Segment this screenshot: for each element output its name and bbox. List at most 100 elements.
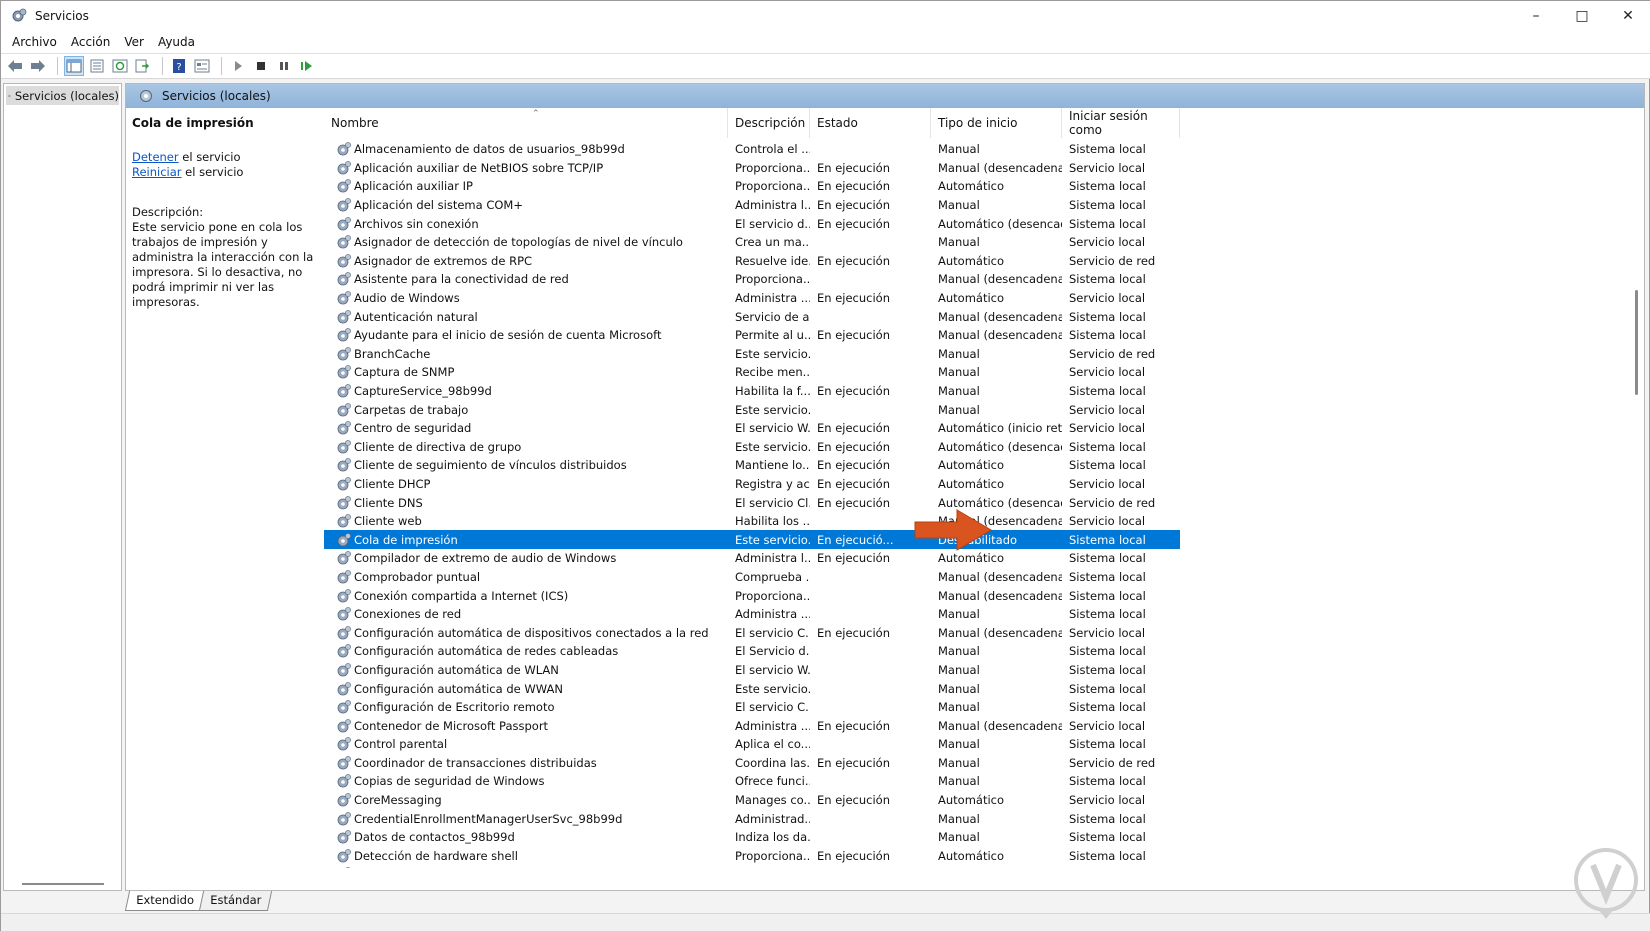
tree-item-services-local[interactable]: Servicios (locales) [6, 86, 119, 105]
service-name-cell: Cliente de seguimiento de vínculos distr… [324, 457, 728, 473]
stop-service-button[interactable] [251, 56, 271, 76]
properties-icon [90, 59, 104, 73]
column-header-description[interactable]: Descripción [728, 108, 810, 138]
table-row[interactable]: Cliente webHabilita los ...Manual (desen… [324, 512, 1180, 531]
console-tree-button[interactable] [64, 56, 84, 76]
table-row[interactable]: Archivos sin conexión El servicio d... En … [324, 214, 1180, 233]
forward-button[interactable] [28, 56, 48, 76]
table-row[interactable]: Configuración automática de WLAN El servi… [324, 661, 1180, 680]
service-state-cell: En ejecución [817, 848, 891, 863]
table-row[interactable]: CredentialEnrollmentManagerUserSvc_98b99… [324, 809, 1180, 828]
refresh-icon [112, 59, 128, 73]
table-row[interactable]: Detección SSDP Detecta disp...En ejecució… [324, 865, 1180, 868]
minimize-button[interactable]: – [1513, 1, 1559, 31]
back-button[interactable] [5, 56, 25, 76]
service-name: Asignador de extremos de RPC [354, 253, 533, 268]
table-row[interactable]: Audio de Windows Administra ... En ejecuci… [324, 289, 1180, 308]
table-row[interactable]: Carpetas de trabajo Este servicio... Manua… [324, 400, 1180, 419]
table-row[interactable]: Asistente para la conectividad de red Pro… [324, 270, 1180, 289]
table-row[interactable]: Asignador de detección de topologías de … [324, 233, 1180, 252]
table-row[interactable]: Cliente de seguimiento de vínculos distr… [324, 456, 1180, 475]
column-header-startup-type[interactable]: Tipo de inicio [931, 108, 1062, 138]
table-row[interactable]: Aplicación auxiliar IP Proporciona... En e… [324, 177, 1180, 196]
table-row[interactable]: Autenticación natural Servicio de a... Man… [324, 307, 1180, 326]
table-row[interactable]: Cliente DNSEl servicio Cl...En ejecución… [324, 493, 1180, 512]
service-description-cell: El servicio C... [735, 700, 810, 715]
maximize-button[interactable]: □ [1559, 1, 1605, 31]
service-logon-cell: Servicio local [1069, 235, 1146, 250]
table-row[interactable]: Coordinador de transacciones distribuida… [324, 754, 1180, 773]
services-app-icon [12, 8, 27, 22]
table-row[interactable]: Detección de hardware shell Proporciona..… [324, 847, 1180, 866]
view-button[interactable] [192, 56, 212, 76]
table-row[interactable]: Conexión compartida a Internet (ICS) Prop… [324, 586, 1180, 605]
service-startup-cell: Automático [938, 551, 1005, 566]
column-header-name[interactable]: Nombre ⌃ [324, 108, 728, 138]
table-row[interactable]: Compilador de extremo de audio de Window… [324, 549, 1180, 568]
start-service-button[interactable] [228, 56, 248, 76]
service-description-cell: Aplica el co... [735, 737, 810, 752]
table-row[interactable]: Configuración automática de redes cablea… [324, 642, 1180, 661]
table-row[interactable]: Conexiones de red Administra ... Manual Sis… [324, 605, 1180, 624]
service-name-cell: Cliente DNS [324, 495, 728, 511]
service-gear-icon [337, 793, 351, 807]
table-row[interactable]: Cola de impresiónEste servicio...En ejec… [324, 530, 1180, 550]
tab-estandar[interactable]: Estándar [198, 891, 273, 911]
properties-button[interactable] [87, 56, 107, 76]
restart-service-button[interactable] [297, 56, 317, 76]
table-row[interactable]: Centro de seguridad El servicio W... En ej… [324, 419, 1180, 438]
service-logon-cell: Sistema local [1069, 830, 1146, 845]
tab-extendido[interactable]: Extendido [124, 891, 205, 911]
table-row[interactable]: Ayudante para el inicio de sesión de cue… [324, 326, 1180, 345]
table-row[interactable]: Contenedor de Microsoft Passport Administ… [324, 716, 1180, 735]
table-row[interactable]: Cliente DHCP Registra y ac... En ejecución… [324, 475, 1180, 494]
table-row[interactable]: Aplicación auxiliar de NetBIOS sobre TCP… [324, 159, 1180, 178]
table-row[interactable]: BranchCache Este servicio... Manual Servici… [324, 345, 1180, 364]
menu-archivo[interactable]: Archivo [5, 35, 64, 49]
table-row[interactable]: Copias de seguridad de Windows Ofrece fun… [324, 772, 1180, 791]
restart-service-link[interactable]: Reiniciar [132, 165, 182, 179]
service-description-cell: Controla el ... [735, 142, 810, 157]
menu-accion[interactable]: Acción [64, 35, 117, 49]
table-row[interactable]: Cliente de directiva de grupo Este servic… [324, 438, 1180, 457]
table-row[interactable]: Captura de SNMP Recibe men... Manual Servic… [324, 363, 1180, 382]
column-header-logon-as[interactable]: Iniciar sesión como [1062, 108, 1180, 138]
vertical-scrollbar[interactable] [1632, 110, 1642, 870]
service-description-cell: Este servicio... [735, 402, 810, 417]
tree-horizontal-scrollbar[interactable] [22, 883, 104, 885]
service-name-cell: Carpetas de trabajo [324, 402, 728, 418]
table-row[interactable]: Control parental Aplica el co... Manual Sis… [324, 735, 1180, 754]
table-row[interactable]: Configuración automática de dispositivos… [324, 623, 1180, 642]
column-header-label: Tipo de inicio [938, 116, 1018, 130]
column-header-state[interactable]: Estado [810, 108, 931, 138]
service-name: Carpetas de trabajo [354, 402, 469, 417]
table-row[interactable]: Configuración automática de WWAN Este ser… [324, 679, 1180, 698]
service-startup-cell: Manual [938, 700, 980, 715]
menu-ayuda[interactable]: Ayuda [151, 35, 202, 49]
service-name: Detección de hardware shell [354, 848, 518, 863]
table-row[interactable]: Aplicación del sistema COM+ Administra l.… [324, 196, 1180, 215]
table-row[interactable]: Datos de contactos_98b99d Indiza los da..… [324, 828, 1180, 847]
table-row[interactable]: Configuración de Escritorio remoto El ser… [324, 698, 1180, 717]
service-name: Cliente DNS [354, 495, 423, 510]
service-logon-cell: Servicio local [1069, 291, 1146, 306]
help-button[interactable]: ? [169, 56, 189, 76]
table-row[interactable]: Comprobador puntual Comprueba ... Manual (… [324, 568, 1180, 587]
stop-service-link[interactable]: Detener [132, 150, 179, 164]
scrollbar-thumb[interactable] [1635, 290, 1638, 395]
table-row[interactable]: CaptureService_98b99d Habilita la f... En … [324, 382, 1180, 401]
play-icon [235, 61, 242, 71]
export-icon [135, 59, 150, 73]
table-row[interactable]: Almacenamiento de datos de usuarios_98b9… [324, 140, 1180, 159]
pause-service-button[interactable] [274, 56, 294, 76]
menu-ver[interactable]: Ver [117, 35, 151, 49]
service-state-cell: En ejecución [817, 476, 891, 491]
refresh-button[interactable] [110, 56, 130, 76]
service-startup-cell: Manual [938, 811, 980, 826]
service-gear-icon [337, 848, 351, 863]
export-list-button[interactable] [133, 56, 153, 76]
service-startup-cell: Automático [938, 291, 1005, 306]
close-button[interactable]: ✕ [1605, 1, 1650, 31]
table-row[interactable]: CoreMessaging Manages co... En ejecución Au… [324, 791, 1180, 810]
table-row[interactable]: Asignador de extremos de RPC Resuelve ide… [324, 252, 1180, 271]
